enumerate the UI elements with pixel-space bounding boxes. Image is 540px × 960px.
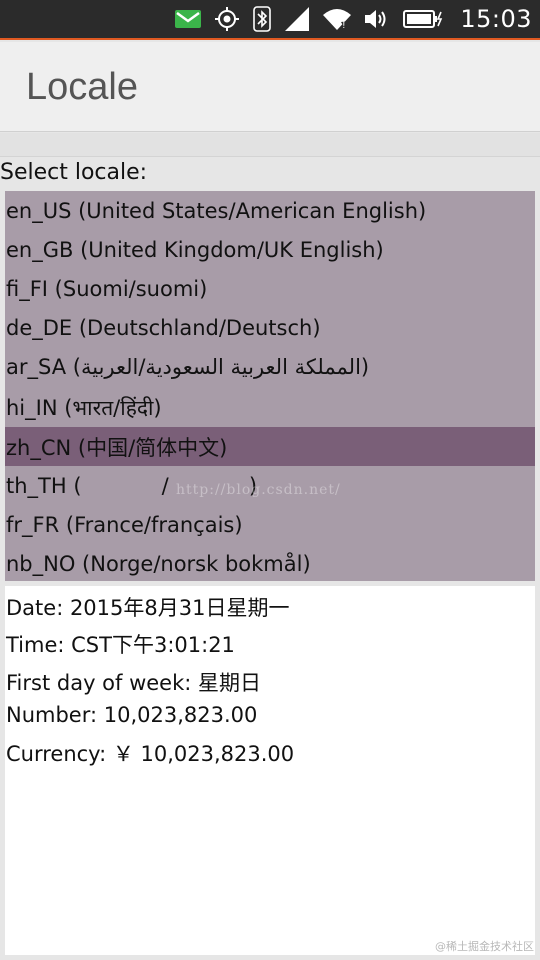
header-divider bbox=[0, 133, 540, 157]
locale-item-fi-fi[interactable]: fi_FI (Suomi/suomi) bbox=[5, 269, 535, 308]
corner-watermark: @稀土掘金技术社区 bbox=[435, 940, 534, 953]
volume-icon bbox=[365, 8, 389, 30]
first-day-text: First day of week: 星期日 bbox=[6, 671, 262, 695]
wifi-icon: ! bbox=[323, 8, 352, 30]
locale-item-en-gb[interactable]: en_GB (United Kingdom/UK English) bbox=[5, 230, 535, 269]
status-bar: ! 15:03 bbox=[0, 0, 540, 40]
battery-icon bbox=[403, 9, 443, 29]
locale-item-zh-cn[interactable]: zh_CN (中国/简体中文) bbox=[5, 427, 535, 466]
signal-icon bbox=[285, 7, 310, 31]
clock: 15:03 bbox=[460, 5, 532, 33]
bluetooth-icon bbox=[253, 6, 272, 32]
locale-item-de-de[interactable]: de_DE (Deutschland/Deutsch) bbox=[5, 308, 535, 347]
number-text: Number: 10,023,823.00 bbox=[6, 703, 258, 727]
app-header: Locale bbox=[0, 42, 540, 132]
svg-text:!: ! bbox=[342, 21, 346, 30]
time-text: Time: CST下午3:01:21 bbox=[6, 633, 235, 657]
locale-info-panel: Date: 2015年8月31日星期一 Time: CST下午3:01:21 F… bbox=[5, 586, 535, 955]
locale-item-hi-in[interactable]: hi_IN (भारत/हिंदी) bbox=[5, 388, 535, 427]
page-title: Locale bbox=[26, 66, 138, 108]
locale-item-nb-no[interactable]: nb_NO (Norge/norsk bokmål) bbox=[5, 544, 535, 583]
message-icon bbox=[175, 10, 202, 28]
watermark: http://blog.csdn.net/ bbox=[176, 482, 341, 498]
location-icon bbox=[215, 7, 240, 31]
locale-item-en-us[interactable]: en_US (United States/American English) bbox=[5, 191, 535, 230]
locale-list[interactable]: en_US (United States/American English) e… bbox=[5, 191, 535, 581]
select-locale-label: Select locale: bbox=[0, 160, 148, 185]
date-text: Date: 2015年8月31日星期一 bbox=[6, 596, 290, 620]
currency-text: Currency: ￥ 10,023,823.00 bbox=[6, 742, 295, 766]
locale-item-ar-sa[interactable]: ar_SA (المملكة العربية السعودية/العربية) bbox=[5, 347, 535, 386]
locale-item-fr-fr[interactable]: fr_FR (France/français) bbox=[5, 505, 535, 544]
